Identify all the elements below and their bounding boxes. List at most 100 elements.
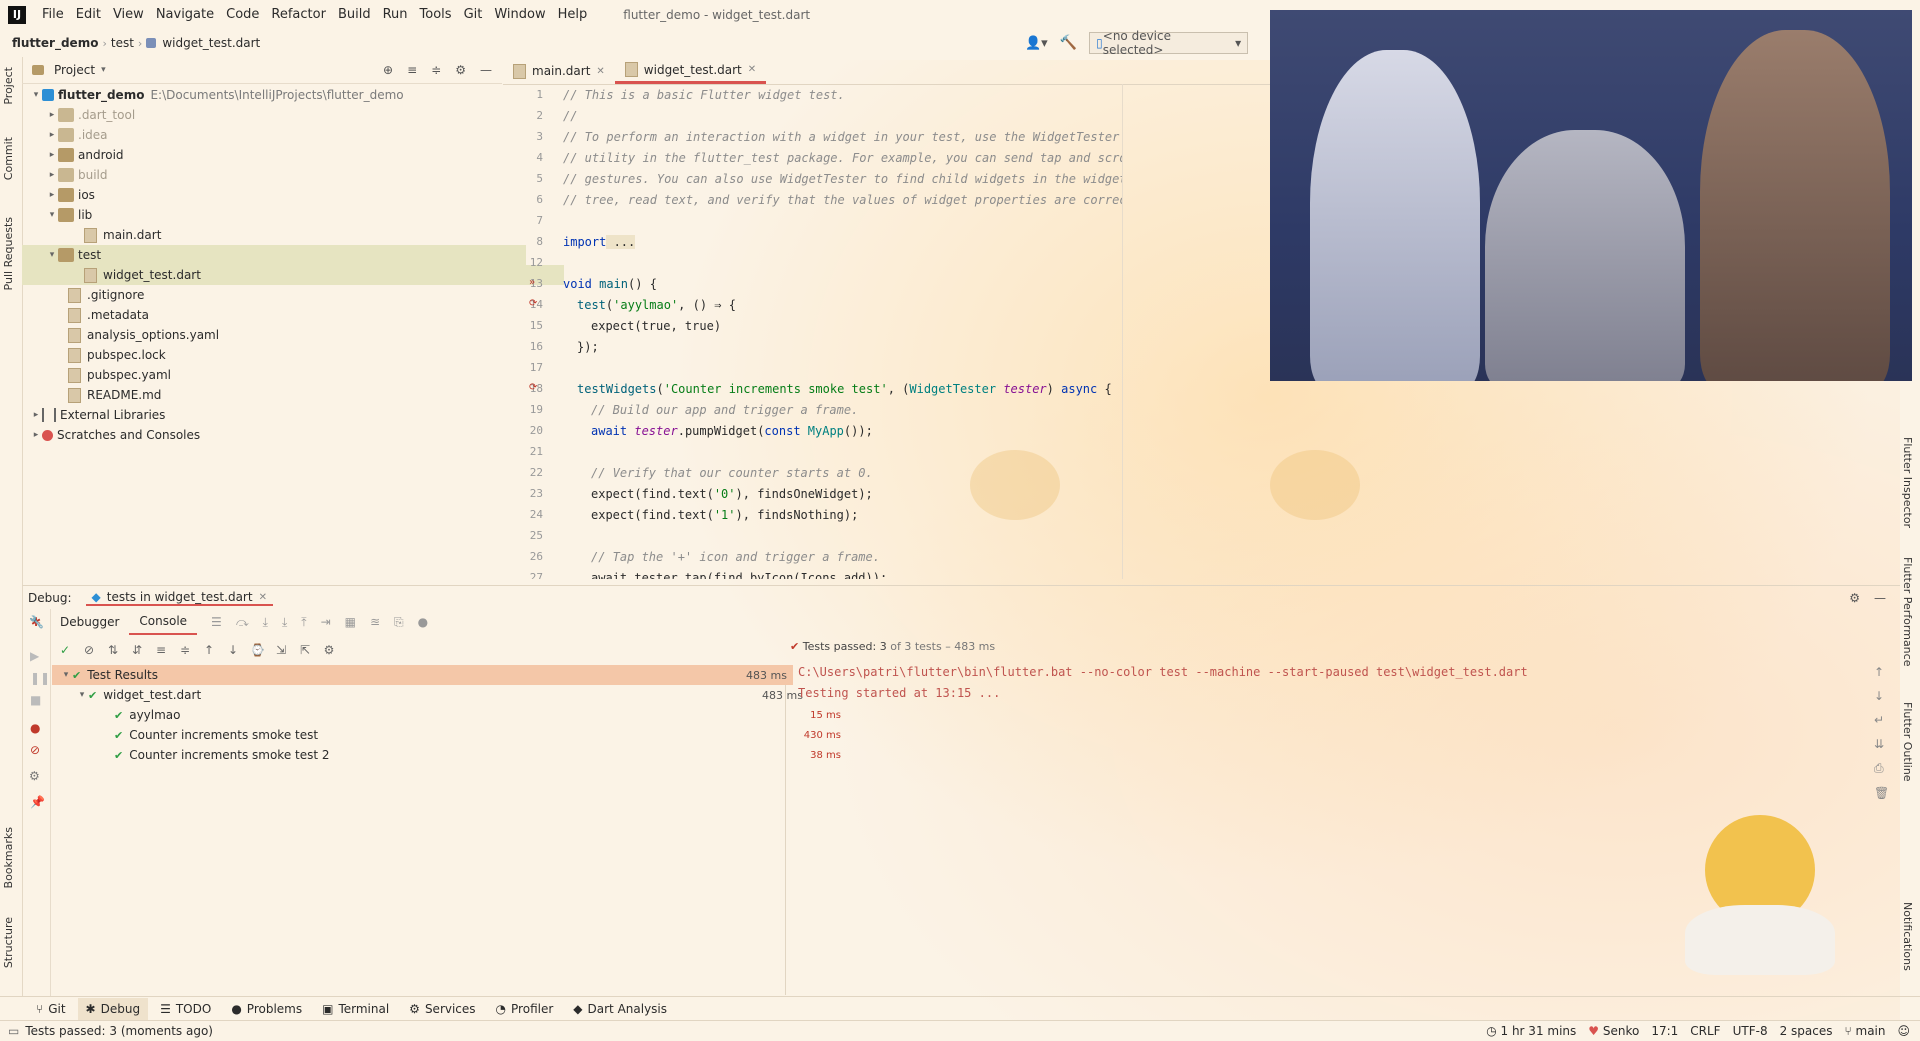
tree-item-ios[interactable]: ▸ ios bbox=[22, 185, 526, 205]
scroll-down-icon[interactable]: ↓ bbox=[1874, 689, 1894, 703]
gear-icon[interactable]: ⚙ bbox=[455, 63, 466, 77]
tool-tab-flutter-performance[interactable]: Flutter Performance bbox=[1901, 557, 1914, 666]
menu-file[interactable]: File bbox=[36, 7, 70, 22]
tool-problems[interactable]: ● Problems bbox=[223, 998, 310, 1020]
resume-icon[interactable]: ▶ bbox=[30, 649, 39, 663]
run-test-icon[interactable]: ⟳ bbox=[529, 382, 537, 393]
tree-item-widget-test-dart[interactable]: widget_test.dart bbox=[22, 265, 564, 285]
menu-refactor[interactable]: Refactor bbox=[265, 7, 332, 22]
tool-todo[interactable]: ☰ TODO bbox=[152, 998, 219, 1020]
git-branch[interactable]: ⑂ main bbox=[1844, 1024, 1885, 1038]
step-out-icon[interactable]: ⤒ bbox=[301, 615, 306, 630]
tool-debug[interactable]: ✱ Debug bbox=[77, 998, 149, 1020]
tree-item-gitignore[interactable]: .gitignore bbox=[22, 285, 548, 305]
tool-profiler[interactable]: ◔ Profiler bbox=[488, 998, 562, 1020]
expand-all-icon[interactable]: ≡ bbox=[154, 643, 168, 657]
tool-tab-commit[interactable]: Commit bbox=[2, 137, 15, 180]
show-passed-icon[interactable]: ✓ bbox=[58, 643, 72, 657]
test-row[interactable]: ✔ Counter increments smoke test 430 ms bbox=[52, 725, 847, 745]
breadcrumb-folder[interactable]: test bbox=[107, 36, 138, 50]
debug-session-tab[interactable]: ◆ tests in widget_test.dart ✕ bbox=[85, 590, 273, 606]
tool-dart-analysis[interactable]: ◆ Dart Analysis bbox=[565, 998, 675, 1020]
tree-item-test[interactable]: ▾ test bbox=[22, 245, 526, 265]
tool-terminal[interactable]: ▣ Terminal bbox=[314, 998, 397, 1020]
clear-all-icon[interactable]: 🗑 bbox=[1874, 786, 1894, 800]
step-into-icon[interactable]: ⤓ bbox=[263, 615, 268, 630]
user-account-icon[interactable]: 👤▾ bbox=[1025, 36, 1048, 51]
print-icon[interactable]: ⎙ bbox=[1874, 761, 1894, 776]
test-settings-icon[interactable]: ⚙ bbox=[322, 643, 336, 657]
indent-setting[interactable]: 2 spaces bbox=[1780, 1024, 1833, 1038]
threads-icon[interactable]: ☰ bbox=[211, 615, 222, 630]
test-row[interactable]: ▾ ✔ Test Results 483 ms bbox=[52, 665, 793, 685]
breadcrumb-file[interactable]: widget_test.dart bbox=[158, 36, 264, 50]
soft-wrap-icon[interactable]: ↵ bbox=[1874, 713, 1894, 727]
test-row[interactable]: ✔ Counter increments smoke test 2 38 ms bbox=[52, 745, 847, 765]
menu-git[interactable]: Git bbox=[458, 7, 489, 22]
tool-tab-flutter-outline[interactable]: Flutter Outline bbox=[1901, 702, 1914, 782]
chevron-down-icon[interactable]: ▾ bbox=[101, 65, 106, 75]
breadcrumb-project[interactable]: flutter_demo bbox=[8, 36, 102, 50]
tree-item-root[interactable]: ▾ flutter_demo E:\Documents\IntelliJProj… bbox=[22, 85, 510, 105]
next-failed-icon[interactable]: ↓ bbox=[226, 643, 240, 657]
tab-console[interactable]: Console bbox=[129, 609, 198, 635]
tool-tab-pull-requests[interactable]: Pull Requests bbox=[2, 217, 15, 290]
view-breakpoints-icon[interactable]: ● bbox=[30, 721, 40, 735]
notifications-icon[interactable]: ☺ bbox=[1897, 1024, 1910, 1038]
reset-frame-icon[interactable]: ⎘ bbox=[394, 615, 404, 630]
wrench-icon[interactable]: 🔧 bbox=[29, 615, 44, 629]
menu-code[interactable]: Code bbox=[220, 7, 265, 22]
tool-git[interactable]: ⑂ Git bbox=[28, 998, 74, 1020]
tool-tab-bookmarks[interactable]: Bookmarks bbox=[2, 827, 15, 888]
minimize-icon[interactable]: — bbox=[480, 63, 492, 77]
caret-position[interactable]: 17:1 bbox=[1651, 1024, 1678, 1038]
scroll-up-icon[interactable]: ↑ bbox=[1874, 665, 1894, 679]
mute-icon[interactable]: ● bbox=[418, 615, 428, 630]
line-separator[interactable]: CRLF bbox=[1690, 1024, 1720, 1038]
close-icon[interactable]: ✕ bbox=[596, 66, 604, 77]
timer-widget[interactable]: ◷ 1 hr 31 mins bbox=[1486, 1024, 1576, 1038]
test-history-icon[interactable]: ⌚ bbox=[250, 643, 265, 657]
sort-duration-icon[interactable]: ⇵ bbox=[130, 643, 144, 657]
tree-item-readme[interactable]: README.md bbox=[22, 385, 548, 405]
scroll-to-end-icon[interactable]: ⇊ bbox=[1874, 737, 1894, 751]
tree-item-build[interactable]: ▸ build bbox=[22, 165, 526, 185]
tree-item-analysis-options[interactable]: analysis_options.yaml bbox=[22, 325, 548, 345]
export-tests-icon[interactable]: ⇱ bbox=[298, 643, 312, 657]
code-editor[interactable]: 1 2 3 4 5 6 7 8 12 13 14 15 16 17 18 19 … bbox=[503, 84, 1123, 579]
tree-item-dart-tool[interactable]: ▸ .dart_tool bbox=[22, 105, 526, 125]
tree-item-scratches[interactable]: ▸ Scratches and Consoles bbox=[22, 425, 510, 445]
menu-build[interactable]: Build bbox=[332, 7, 377, 22]
test-row[interactable]: ▾ ✔ widget_test.dart 483 ms bbox=[52, 685, 809, 705]
menu-edit[interactable]: Edit bbox=[70, 7, 107, 22]
editor-tab-main-dart[interactable]: main.dart ✕ bbox=[503, 58, 615, 84]
tab-debugger[interactable]: Debugger bbox=[50, 610, 129, 634]
close-icon[interactable]: ✕ bbox=[259, 592, 267, 603]
user-widget[interactable]: ♥ Senko bbox=[1588, 1024, 1639, 1038]
file-encoding[interactable]: UTF-8 bbox=[1733, 1024, 1768, 1038]
build-hammer-icon[interactable]: 🔨 bbox=[1060, 35, 1077, 51]
test-row[interactable]: ✔ ayylmao 15 ms bbox=[52, 705, 847, 725]
tool-tab-project[interactable]: Project bbox=[2, 67, 15, 105]
tree-item-metadata[interactable]: .metadata bbox=[22, 305, 548, 325]
intellij-logo-icon[interactable]: IJ bbox=[8, 5, 26, 24]
tree-item-android[interactable]: ▸ android bbox=[22, 145, 526, 165]
force-step-into-icon[interactable]: ⤓ bbox=[282, 615, 287, 630]
menu-run[interactable]: Run bbox=[377, 7, 414, 22]
menu-view[interactable]: View bbox=[107, 7, 150, 22]
tree-item-external-libraries[interactable]: ▸ External Libraries bbox=[22, 405, 510, 425]
minimize-icon[interactable]: — bbox=[1874, 591, 1886, 605]
expand-all-icon[interactable]: ≡ bbox=[407, 63, 417, 77]
tree-item-main-dart[interactable]: main.dart bbox=[22, 225, 564, 245]
tool-tab-notifications[interactable]: Notifications bbox=[1901, 902, 1914, 971]
tree-item-lib[interactable]: ▾ lib bbox=[22, 205, 526, 225]
run-main-icon[interactable]: » bbox=[529, 277, 535, 288]
project-panel-title[interactable]: Project bbox=[54, 63, 95, 77]
menu-navigate[interactable]: Navigate bbox=[150, 7, 220, 22]
show-ignored-icon[interactable]: ⊘ bbox=[82, 643, 96, 657]
status-box-icon[interactable]: ▭ bbox=[8, 1024, 19, 1038]
tool-tab-structure[interactable]: Structure bbox=[2, 917, 15, 968]
editor-tab-widget-test-dart[interactable]: widget_test.dart ✕ bbox=[614, 58, 767, 84]
run-to-cursor-icon[interactable]: ⇥ bbox=[321, 615, 331, 630]
pin-icon[interactable]: 📌 bbox=[30, 795, 45, 809]
